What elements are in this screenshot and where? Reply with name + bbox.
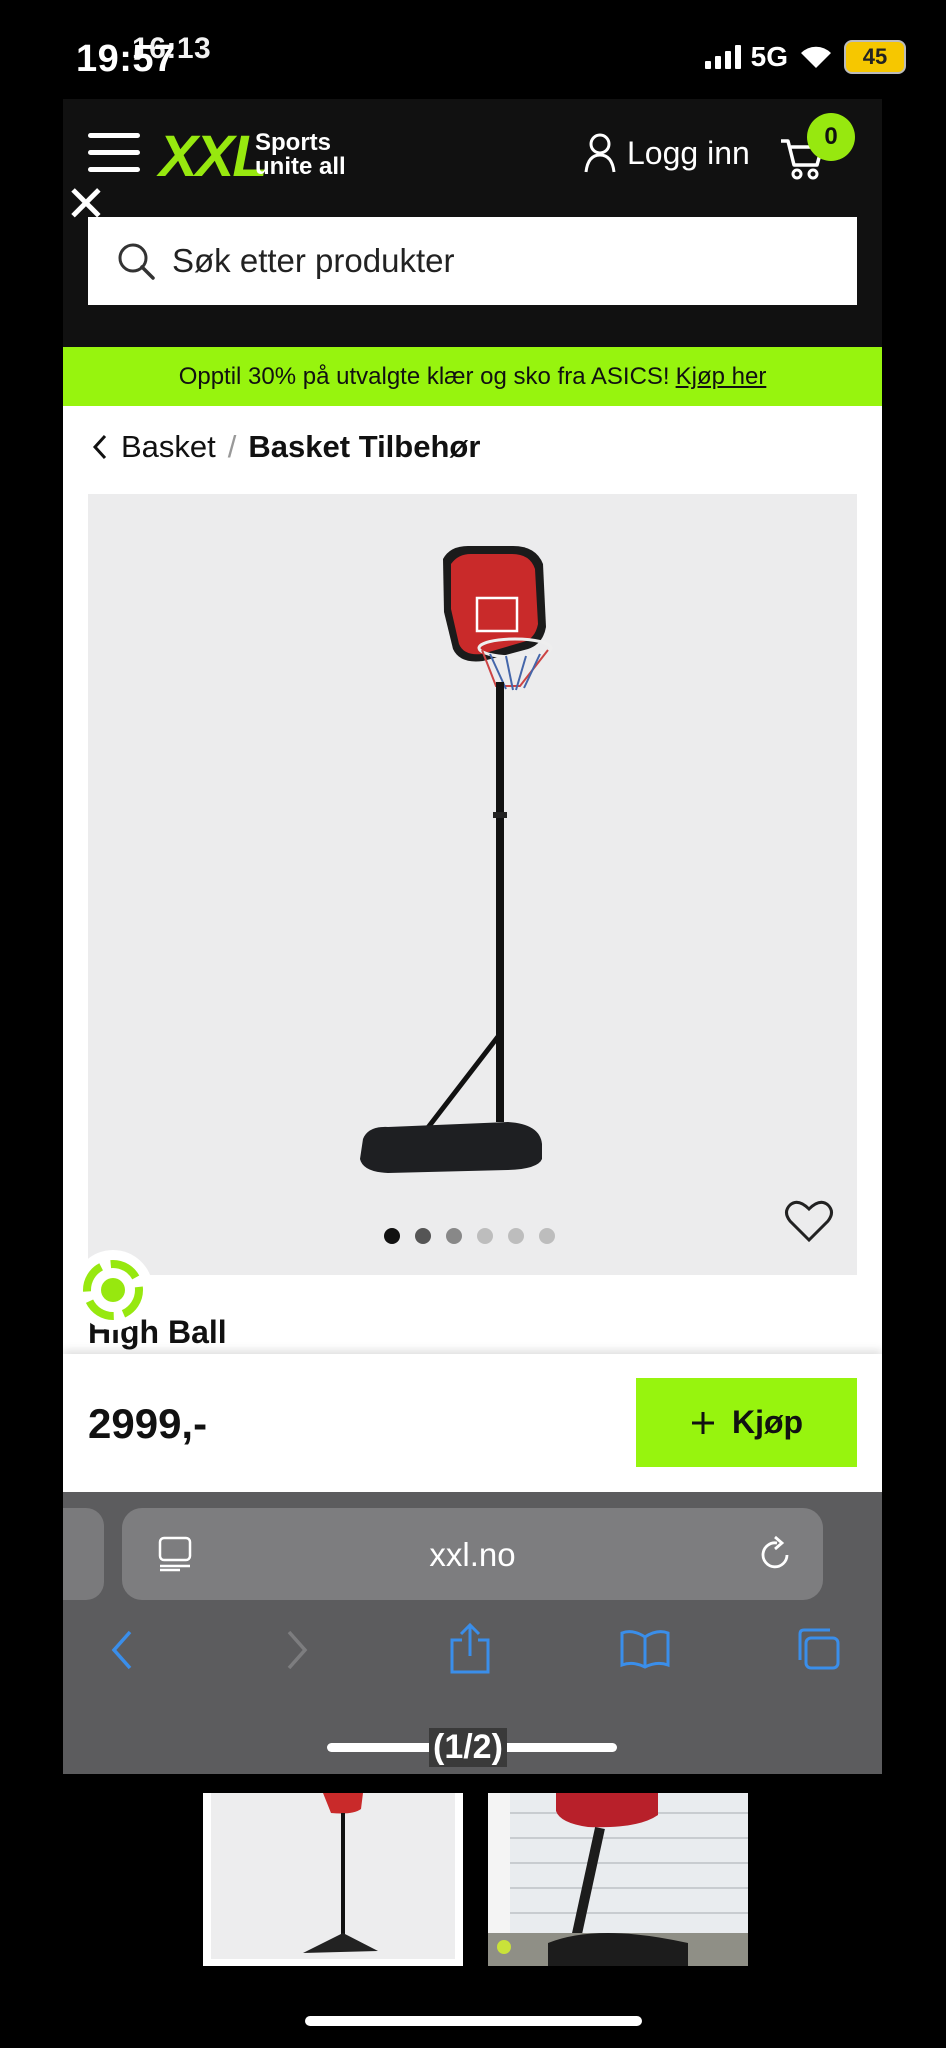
plus-icon bbox=[691, 1411, 714, 1434]
hoop-thumbnail bbox=[211, 1793, 455, 1959]
logo-tagline: Sports unite all bbox=[255, 131, 346, 179]
url-text: xxl.no bbox=[429, 1536, 516, 1573]
pagination-dot[interactable] bbox=[446, 1228, 462, 1244]
menu-icon[interactable] bbox=[88, 133, 140, 173]
signal-icon bbox=[704, 45, 741, 69]
breadcrumb-current[interactable]: Basket Tilbehør bbox=[248, 429, 480, 465]
web-page: XXL Sports unite all Logg inn 0 ✕ Søk et… bbox=[63, 99, 882, 1774]
user-icon bbox=[584, 133, 616, 173]
pagination-dot[interactable] bbox=[508, 1228, 524, 1244]
battery-level: 45 bbox=[862, 44, 888, 69]
thumbnail-image-1[interactable] bbox=[203, 1793, 463, 1966]
search-input[interactable]: Søk etter produkter bbox=[88, 217, 857, 305]
share-icon[interactable] bbox=[448, 1622, 492, 1674]
hoop-outdoor-thumbnail bbox=[488, 1793, 748, 1966]
product-price: 2999,- bbox=[88, 1400, 208, 1447]
tabs-icon[interactable] bbox=[794, 1626, 842, 1672]
sticky-buy-bar: 2999,- Kjøp bbox=[63, 1354, 882, 1492]
network-type: 5G bbox=[750, 41, 788, 72]
pagination-dot[interactable] bbox=[384, 1228, 400, 1244]
pagination-dot[interactable] bbox=[539, 1228, 555, 1244]
bookmarks-icon[interactable] bbox=[619, 1629, 671, 1669]
heart-icon[interactable] bbox=[784, 1198, 834, 1244]
battery-icon: 45 bbox=[844, 40, 906, 74]
status-indicators: 5G 45 bbox=[704, 40, 906, 74]
promo-text: Opptil 30% på utvalgte klær og sko fra A… bbox=[178, 362, 670, 390]
breadcrumb-separator: / bbox=[227, 429, 237, 464]
thumbnail-image-2[interactable] bbox=[488, 1793, 748, 1966]
product-image-gallery[interactable] bbox=[88, 494, 857, 1275]
status-time: 19:57 16:13 bbox=[76, 32, 211, 81]
image-pagination bbox=[384, 1228, 555, 1244]
pagination-dot[interactable] bbox=[415, 1228, 431, 1244]
login-link[interactable]: Logg inn bbox=[583, 133, 750, 173]
pagination-dot[interactable] bbox=[477, 1228, 493, 1244]
xxl-logo[interactable]: XXL bbox=[159, 123, 268, 190]
reload-icon[interactable] bbox=[757, 1535, 793, 1573]
cart-count-badge: 0 bbox=[807, 113, 855, 161]
chevron-left-icon[interactable] bbox=[91, 433, 111, 461]
buy-label: Kjøp bbox=[731, 1404, 804, 1440]
tagline-line-1: Sports bbox=[255, 129, 332, 156]
back-icon[interactable] bbox=[110, 1629, 134, 1671]
site-header: XXL Sports unite all Logg inn 0 ✕ Søk et… bbox=[63, 99, 882, 347]
page-counter: (1/2) bbox=[429, 1728, 507, 1767]
promo-banner: Opptil 30% på utvalgte klær og sko fra A… bbox=[63, 347, 882, 406]
forward-icon[interactable] bbox=[285, 1629, 309, 1671]
buy-button[interactable]: Kjøp bbox=[636, 1378, 857, 1467]
tagline-line-2: unite all bbox=[255, 153, 346, 180]
safari-toolbar: xxl.no (1/2) bbox=[63, 1492, 882, 1774]
address-bar[interactable]: xxl.no bbox=[122, 1508, 823, 1600]
login-label: Logg inn bbox=[627, 134, 750, 171]
search-placeholder: Søk etter produkter bbox=[172, 242, 455, 279]
breadcrumb: Basket / Basket Tilbehør bbox=[91, 429, 480, 465]
search-icon bbox=[118, 243, 155, 280]
eco-icon bbox=[83, 1260, 143, 1320]
previous-tab-edge[interactable] bbox=[63, 1508, 104, 1600]
basketball-hoop-image bbox=[360, 546, 553, 1173]
clock-overlay-text: 16:13 bbox=[132, 32, 212, 65]
wifi-icon bbox=[801, 46, 831, 68]
eco-badge bbox=[73, 1250, 153, 1330]
home-indicator-bottom bbox=[305, 2016, 642, 2026]
breadcrumb-parent[interactable]: Basket bbox=[121, 429, 216, 465]
promo-link[interactable]: Kjøp her bbox=[676, 363, 767, 391]
